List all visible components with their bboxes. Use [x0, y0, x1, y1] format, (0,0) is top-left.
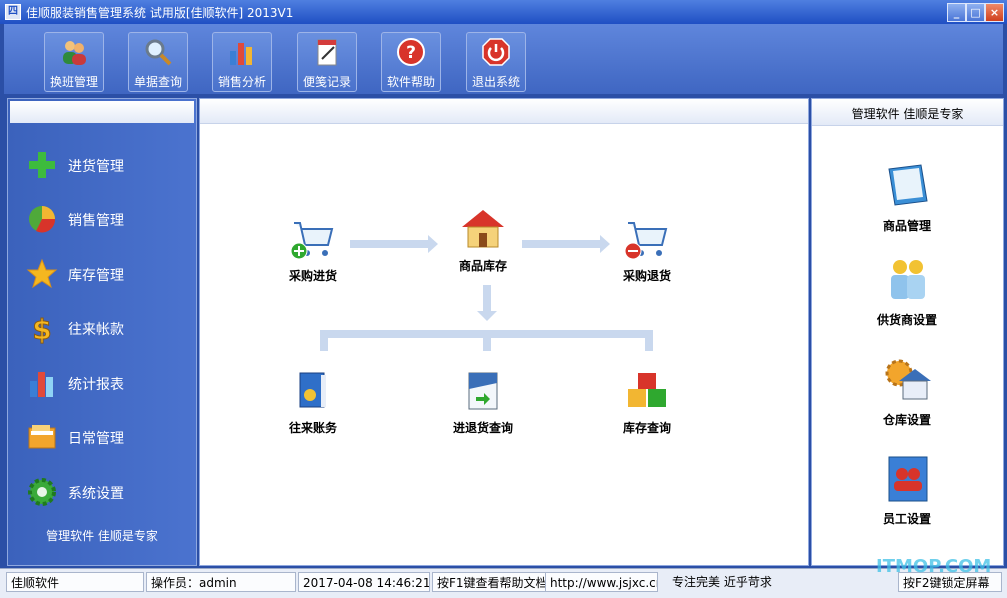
sidebar-item-accounts[interactable]: $ 往来帐款	[26, 310, 186, 346]
help-icon: ?	[397, 38, 425, 66]
right-panel-header: 管理软件 佳顺是专家	[812, 99, 1003, 126]
sidebar-item-purchase[interactable]: 进货管理	[26, 147, 186, 183]
folder-icon	[28, 425, 56, 449]
main-flow-panel: 采购进货 商品库存 采购退货 往来账务 进退货查询 库存查询	[199, 98, 809, 566]
ledger-book-icon	[299, 372, 326, 408]
stock-query-button[interactable]: 库存查询	[602, 369, 692, 439]
plus-icon	[29, 152, 55, 178]
flow-label: 库存查询	[622, 421, 671, 435]
sidebar-item-label: 销售管理	[68, 213, 124, 229]
right-panel: 管理软件 佳顺是专家 商品管理 供货商设置 仓库设置 员工设置	[811, 98, 1004, 566]
warehouse-settings-button[interactable]: 仓库设置	[857, 355, 957, 435]
svg-text:$: $	[32, 313, 51, 344]
product-management-button[interactable]: 商品管理	[857, 161, 957, 241]
sidebar-item-label: 日常管理	[68, 431, 124, 447]
status-company: 佳顺软件	[6, 572, 144, 592]
sidebar-item-settings[interactable]: 系统设置	[26, 474, 186, 510]
close-button[interactable]: ×	[985, 3, 1004, 22]
bar-chart-icon	[230, 43, 252, 65]
stock-button[interactable]: 商品库存	[438, 207, 528, 277]
sidebar-slogan: 管理软件 佳顺是专家	[46, 529, 158, 543]
svg-text:?: ?	[406, 43, 416, 63]
sidebar-item-label: 进货管理	[68, 159, 124, 175]
purchase-return-button[interactable]: 采购退货	[602, 217, 692, 287]
star-icon	[26, 258, 58, 289]
flow-label: 进退货查询	[452, 421, 513, 435]
title-bar: 四 佳顺服装销售管理系统 试用版[佳顺软件] 2013V1 _ □ ×	[0, 0, 1007, 24]
sidebar-item-reports[interactable]: 统计报表	[26, 365, 186, 401]
right-item-label: 仓库设置	[882, 413, 931, 427]
warehouse-icon	[885, 359, 931, 400]
sidebar-item-inventory[interactable]: 库存管理	[26, 256, 186, 292]
flow-arrows	[320, 235, 653, 351]
minimize-button[interactable]: _	[947, 3, 966, 22]
right-item-label: 员工设置	[882, 512, 931, 526]
right-item-label: 商品管理	[882, 219, 931, 233]
flow-label: 采购进货	[288, 269, 337, 283]
status-datetime: 2017-04-08 14:46:21	[298, 572, 430, 592]
sidebar-item-label: 系统设置	[68, 486, 124, 502]
document-query-icon	[468, 372, 498, 410]
toolbar-label: 退出系统	[471, 75, 520, 89]
flow-label: 往来账务	[288, 421, 337, 435]
toolbar-label: 便笺记录	[302, 75, 351, 89]
window-title: 佳顺服装销售管理系统 试用版[佳顺软件] 2013V1	[26, 6, 294, 20]
toolbar-label: 单据查询	[133, 75, 182, 89]
app-icon: 四	[5, 4, 21, 20]
sidebar-item-label: 库存管理	[68, 268, 124, 284]
gear-icon	[28, 478, 56, 506]
notepad-icon	[317, 39, 337, 66]
sidebar-item-label: 往来帐款	[68, 322, 124, 338]
staff-settings-button[interactable]: 员工设置	[857, 454, 957, 534]
sales-analysis-button[interactable]: 销售分析	[212, 32, 272, 92]
sidebar-item-label: 统计报表	[68, 377, 124, 393]
exit-button[interactable]: 退出系统	[466, 32, 526, 92]
pie-chart-icon	[29, 206, 56, 233]
sidebar-header	[10, 101, 194, 123]
power-icon	[482, 38, 510, 66]
status-motto: 专注完美 近乎苛求	[672, 575, 772, 589]
help-button[interactable]: ? 软件帮助	[381, 32, 441, 92]
toolbar-label: 销售分析	[217, 75, 266, 89]
sidebar-item-sales[interactable]: 销售管理	[26, 201, 186, 237]
house-icon	[462, 210, 504, 248]
shift-management-button[interactable]: 换班管理	[44, 32, 104, 92]
supplier-settings-button[interactable]: 供货商设置	[857, 255, 957, 335]
product-book-icon	[888, 164, 928, 206]
suppliers-icon	[891, 260, 925, 299]
document-query-button[interactable]: 单据查询	[128, 32, 188, 92]
bar-chart-icon	[30, 372, 53, 397]
notes-button[interactable]: 便笺记录	[297, 32, 357, 92]
purchase-in-button[interactable]: 采购进货	[268, 217, 358, 287]
sidebar-item-daily[interactable]: 日常管理	[26, 419, 186, 455]
users-icon	[63, 41, 86, 65]
toolbar-label: 换班管理	[49, 75, 98, 89]
watermark: ITMOP.COM	[876, 556, 992, 577]
flow-label: 商品库存	[458, 259, 507, 273]
dollar-icon: $	[32, 313, 52, 345]
accounts-button[interactable]: 往来账务	[268, 369, 358, 439]
right-item-label: 供货商设置	[876, 313, 937, 327]
status-operator: 操作员：admin	[146, 572, 296, 592]
right-panel-title: 管理软件 佳顺是专家	[851, 107, 964, 121]
flow-label: 采购退货	[622, 269, 671, 283]
boxes-icon	[628, 373, 666, 407]
staff-icon	[888, 456, 928, 502]
toolbar-label: 软件帮助	[386, 75, 435, 89]
status-url[interactable]: http://www.jsjxc.cn/	[546, 572, 658, 592]
status-help-hint: 按F1键查看帮助文档	[432, 572, 546, 592]
cart-add-icon	[290, 222, 334, 260]
cart-remove-icon	[624, 222, 668, 260]
sidebar: 进货管理 销售管理 库存管理 $ 往来帐款 统计报表 日常管理 系统设置 管理软…	[7, 98, 197, 566]
magnifier-icon	[145, 39, 172, 66]
in-out-query-button[interactable]: 进退货查询	[438, 369, 528, 439]
maximize-button[interactable]: □	[966, 3, 985, 22]
status-bar: 佳顺软件 操作员：admin 2017-04-08 14:46:21 按F1键查…	[0, 568, 1007, 598]
toolbar: 换班管理 单据查询 销售分析 便笺记录 ? 软件帮助 退出系统	[4, 24, 1003, 94]
